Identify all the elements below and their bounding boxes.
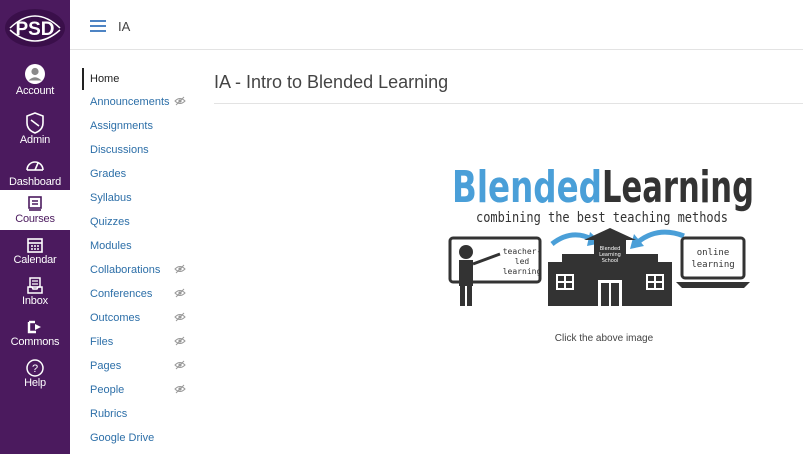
online-label-2: learning — [691, 260, 734, 270]
course-nav-conferences[interactable]: Conferences — [82, 282, 202, 306]
nav-calendar-label: Calendar — [13, 254, 57, 266]
graphic-word-learning: Learning — [602, 162, 754, 213]
page-title: IA - Intro to Blended Learning — [214, 72, 449, 92]
nav-inbox[interactable]: Inbox — [0, 277, 70, 307]
course-nav-files[interactable]: Files — [82, 330, 202, 354]
nav-commons[interactable]: Commons — [0, 318, 70, 348]
online-label-1: online — [697, 248, 730, 258]
global-navigation: PSD Account Admin Dashboard Courses Cale… — [0, 0, 70, 454]
dashboard-icon — [26, 161, 44, 171]
account-icon — [25, 64, 45, 84]
nav-admin-label: Admin — [19, 134, 51, 146]
breadcrumb-course[interactable]: IA — [118, 19, 130, 34]
nav-admin[interactable]: Admin — [0, 112, 70, 146]
hidden-eye-icon — [174, 264, 186, 274]
blended-learning-graphic: Blended Learning combining the best teac… — [448, 162, 754, 306]
graphic-word-blended: Blended — [452, 162, 602, 213]
nav-account[interactable]: Account — [0, 63, 70, 97]
course-nav-quizzes[interactable]: Quizzes — [82, 210, 202, 234]
hidden-eye-icon — [174, 384, 186, 394]
course-nav-syllabus[interactable]: Syllabus — [82, 186, 202, 210]
svg-text:PSD: PSD — [15, 19, 54, 40]
nav-courses-label: Courses — [15, 213, 55, 225]
main-content: IA - Intro to Blended Learning Blended L… — [214, 50, 803, 454]
teacher-label-1: teacher- — [503, 247, 542, 256]
image-caption: Click the above image — [554, 333, 654, 344]
svg-text:?: ? — [32, 363, 38, 375]
school-building: Blended Learning School — [548, 228, 672, 306]
admin-icon — [26, 112, 44, 134]
course-nav-discussions[interactable]: Discussions — [82, 138, 202, 162]
course-nav-grades[interactable]: Grades — [82, 162, 202, 186]
title-divider — [214, 103, 803, 104]
teacher-label-2: led — [515, 257, 530, 266]
psd-logo[interactable]: PSD — [4, 6, 66, 50]
nav-dashboard-label: Dashboard — [8, 176, 61, 188]
nav-account-label: Account — [15, 85, 55, 97]
help-icon: ? — [26, 359, 44, 377]
course-nav-assignments[interactable]: Assignments — [82, 114, 202, 138]
course-nav-collaborations[interactable]: Collaborations — [82, 258, 202, 282]
hidden-eye-icon — [174, 312, 186, 322]
laptop: online learning — [676, 236, 750, 288]
hamburger-menu-icon[interactable] — [90, 20, 106, 32]
course-nav-people[interactable]: People — [82, 378, 202, 402]
calendar-icon — [27, 238, 43, 253]
blended-learning-image-link[interactable]: Blended Learning combining the best teac… — [444, 150, 759, 360]
nav-inbox-label: Inbox — [22, 295, 48, 307]
nav-commons-label: Commons — [10, 336, 60, 348]
hidden-eye-icon — [174, 336, 186, 346]
top-bar: IA — [70, 0, 803, 50]
graphic-tagline: combining the best teaching methods — [476, 210, 728, 226]
commons-icon — [27, 320, 41, 334]
hidden-eye-icon — [174, 96, 186, 106]
teacher-label-3: learning — [503, 267, 542, 276]
course-nav-pages[interactable]: Pages — [82, 354, 202, 378]
hidden-eye-icon — [174, 360, 186, 370]
course-nav-rubrics[interactable]: Rubrics — [82, 402, 202, 426]
courses-icon — [28, 196, 42, 211]
inbox-icon — [27, 277, 43, 294]
nav-dashboard[interactable]: Dashboard — [0, 156, 70, 188]
nav-calendar[interactable]: Calendar — [0, 236, 70, 266]
course-nav-modules[interactable]: Modules — [82, 234, 202, 258]
nav-help[interactable]: ? Help — [0, 359, 70, 389]
hidden-eye-icon — [174, 288, 186, 298]
course-nav-google-drive[interactable]: Google Drive — [82, 426, 202, 450]
teacher-board: teacher- led learning — [448, 236, 542, 306]
course-navigation: Home Announcements Assignments Discussio… — [82, 66, 202, 450]
school-label-3: School — [602, 258, 619, 264]
course-nav-home[interactable]: Home — [82, 68, 202, 90]
course-nav-outcomes[interactable]: Outcomes — [82, 306, 202, 330]
nav-help-label: Help — [24, 377, 46, 389]
course-nav-announcements[interactable]: Announcements — [82, 90, 202, 114]
nav-courses[interactable]: Courses — [0, 190, 70, 230]
